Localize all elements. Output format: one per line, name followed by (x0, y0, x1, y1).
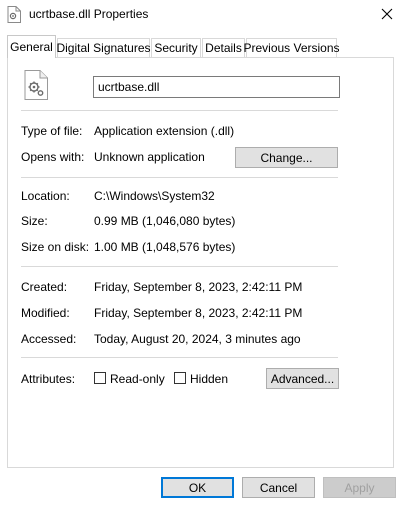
apply-button[interactable]: Apply (323, 477, 396, 498)
tab-previous-versions[interactable]: Previous Versions (243, 38, 340, 57)
hidden-checkbox[interactable] (174, 372, 186, 384)
created-label: Created: (21, 280, 68, 294)
separator (21, 357, 338, 358)
accessed-label: Accessed: (21, 332, 77, 346)
size-label: Size: (21, 214, 48, 228)
dll-file-icon (7, 6, 21, 23)
window-title: ucrtbase.dll Properties (29, 7, 149, 21)
ok-button[interactable]: OK (161, 477, 234, 498)
location-label: Location: (21, 189, 70, 203)
opens-with-label: Opens with: (21, 150, 85, 164)
size-on-disk-label: Size on disk: (21, 240, 90, 254)
location-value: C:\Windows\System32 (94, 189, 215, 203)
read-only-label[interactable]: Read-only (110, 372, 165, 386)
general-panel (7, 57, 394, 468)
type-of-file-value: Application extension (.dll) (94, 124, 235, 138)
tab-digital-signatures[interactable]: Digital Signatures (56, 38, 151, 57)
read-only-checkbox[interactable] (94, 372, 106, 384)
file-name-input[interactable]: ucrtbase.dll (93, 76, 340, 98)
separator (21, 266, 338, 267)
created-value: Friday, September 8, 2023, 2:42:11 PM (94, 280, 303, 294)
size-on-disk-value: 1.00 MB (1,048,576 bytes) (94, 240, 236, 254)
tab-security[interactable]: Security (151, 38, 201, 57)
change-button[interactable]: Change... (235, 147, 338, 168)
accessed-value: Today, August 20, 2024, 3 minutes ago (94, 332, 301, 346)
opens-with-value: Unknown application (94, 150, 205, 164)
hidden-label[interactable]: Hidden (190, 372, 228, 386)
separator (21, 177, 338, 178)
type-of-file-label: Type of file: (21, 124, 83, 138)
tab-general[interactable]: General (7, 35, 56, 58)
modified-value: Friday, September 8, 2023, 2:42:11 PM (94, 306, 303, 320)
close-icon (381, 8, 393, 20)
modified-label: Modified: (21, 306, 70, 320)
size-value: 0.99 MB (1,046,080 bytes) (94, 214, 236, 228)
advanced-button[interactable]: Advanced... (266, 368, 339, 389)
cancel-button[interactable]: Cancel (242, 477, 315, 498)
dll-gear-file-icon (24, 70, 48, 100)
tab-details[interactable]: Details (202, 38, 245, 57)
close-button[interactable] (376, 4, 398, 24)
separator (21, 110, 338, 111)
attributes-label: Attributes: (21, 372, 76, 386)
